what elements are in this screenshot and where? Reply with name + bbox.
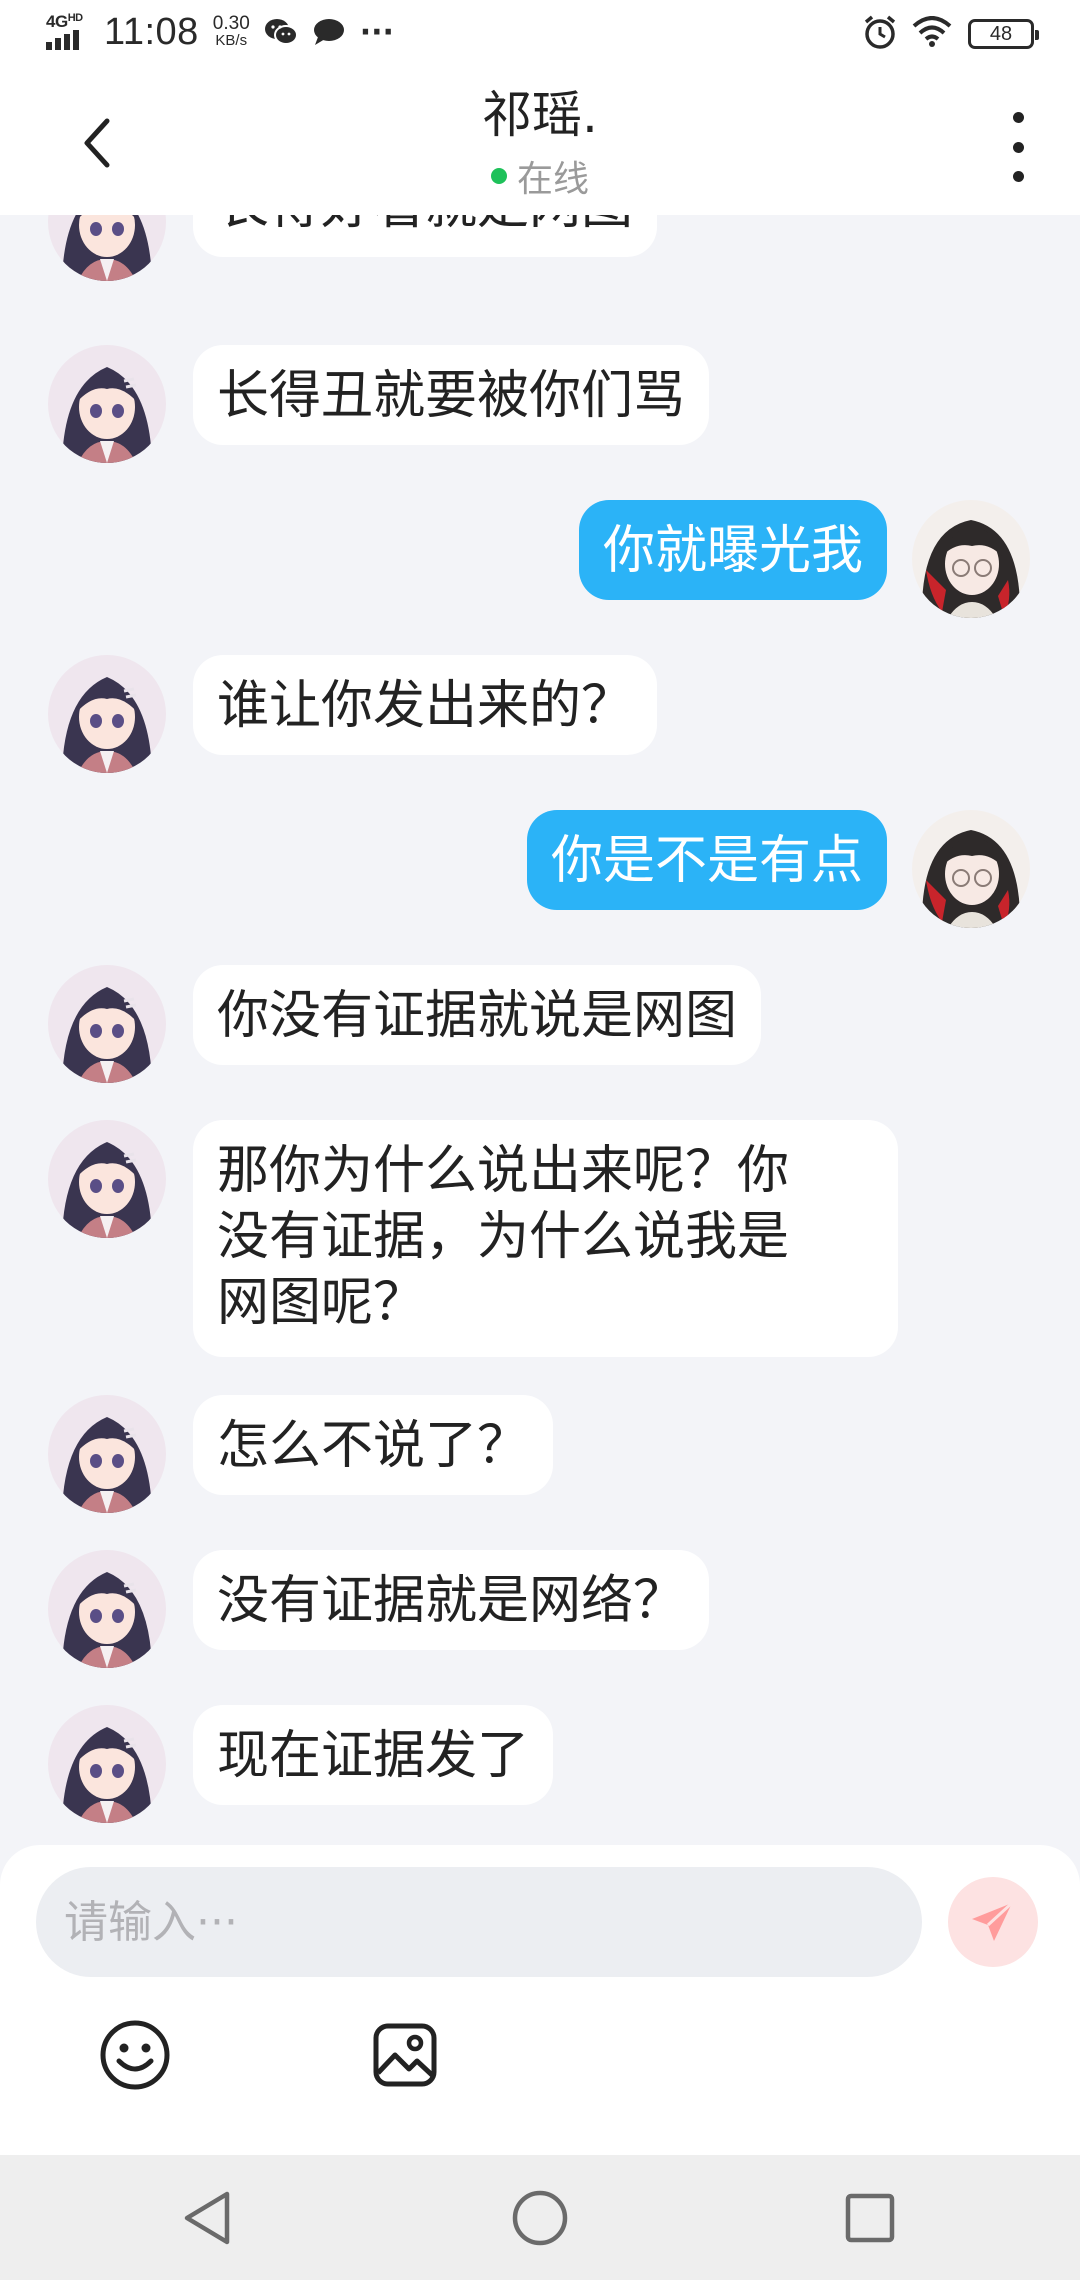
circle-home-icon (512, 2190, 568, 2246)
status-bar: 4GHD 11:08 0.30 KB/s ··· 48 (0, 0, 1080, 70)
battery-level: 48 (989, 22, 1013, 45)
message-row-incoming: 长得好看就是网图 (0, 215, 1080, 285)
message-bubble-icon (312, 17, 346, 47)
contact-avatar[interactable] (48, 1120, 166, 1238)
contact-avatar[interactable] (48, 655, 166, 773)
nav-back-button[interactable] (172, 2183, 242, 2253)
message-bubble[interactable]: 怎么不说了？ (193, 1395, 554, 1495)
message-row-incoming: 现在证据发了 (0, 1705, 1080, 1835)
user-avatar[interactable] (912, 500, 1030, 618)
message-bubble[interactable]: 长得丑就要被你们骂 (193, 345, 710, 445)
message-row-incoming: 怎么不说了？ (0, 1395, 1080, 1525)
image-icon (373, 2023, 437, 2087)
send-button[interactable] (948, 1877, 1038, 1967)
message-bubble[interactable]: 长得好看就是网图 (193, 215, 658, 257)
network-type: 4G (46, 12, 68, 31)
more-dot-icon (1012, 112, 1024, 123)
message-input-wrapper (36, 1867, 922, 1977)
system-navigation-bar (0, 2155, 1080, 2280)
network-sub: HD (67, 12, 83, 24)
more-notifications: ··· (359, 14, 394, 50)
triangle-back-icon (184, 2191, 230, 2245)
status-time: 11:08 (104, 10, 199, 53)
user-avatar[interactable] (912, 810, 1030, 928)
message-bubble[interactable]: 你没有证据就说是网图 (193, 965, 762, 1065)
network-speed-unit: KB/s (215, 32, 248, 49)
alarm-icon (862, 14, 898, 54)
presence-label: 在线 (516, 159, 589, 200)
message-row-outgoing: 你就曝光我 (0, 500, 1080, 630)
online-dot-icon (490, 168, 507, 184)
message-bubble[interactable]: 你是不是有点 (526, 810, 887, 910)
message-row-incoming: 没有证据就是网络？ (0, 1550, 1080, 1680)
network-speed: 0.30 KB/s (212, 13, 250, 49)
message-composer (0, 1845, 1080, 2155)
status-right: 48 (862, 14, 1039, 54)
message-input[interactable] (36, 1867, 922, 1977)
chat-header: 祁瑶. 在线 (0, 70, 1080, 215)
message-bubble[interactable]: 现在证据发了 (193, 1705, 554, 1805)
image-button[interactable] (365, 2015, 445, 2095)
message-bubble[interactable]: 那你为什么说出来呢？你 没有证据，为什么说我是 网图呢？ (193, 1120, 898, 1357)
signal-icon: 4GHD (46, 10, 94, 54)
contact-avatar[interactable] (48, 1550, 166, 1668)
wifi-icon (912, 16, 952, 52)
contact-avatar[interactable] (48, 215, 166, 281)
wechat-icon (264, 17, 298, 47)
presence-status: 在线 (0, 150, 1080, 202)
title-block: 祁瑶. 在线 (0, 84, 1080, 202)
contact-avatar[interactable] (48, 1395, 166, 1513)
contact-avatar[interactable] (48, 1705, 166, 1823)
message-bubble[interactable]: 你就曝光我 (578, 500, 887, 600)
message-list[interactable]: 长得好看就是网图 长得丑就要被你们骂 你就曝光我 谁让你发出来的？ 你是不是有点… (0, 215, 1080, 1845)
contact-avatar[interactable] (48, 965, 166, 1083)
nav-recents-button[interactable] (835, 2183, 905, 2253)
battery-icon: 48 (968, 19, 1039, 49)
message-bubble[interactable]: 谁让你发出来的？ (193, 655, 658, 755)
message-bubble[interactable]: 没有证据就是网络？ (193, 1550, 710, 1650)
message-row-incoming: 长得丑就要被你们骂 (0, 345, 1080, 475)
more-dot-icon (1012, 171, 1024, 182)
message-row-outgoing: 你是不是有点 (0, 810, 1080, 940)
status-left: 4GHD 11:08 0.30 KB/s ··· (46, 10, 394, 54)
paper-plane-icon (972, 1901, 1014, 1941)
chat-screen: 4GHD 11:08 0.30 KB/s ··· 48 祁瑶. 在线 长得丑就要… (0, 0, 1080, 2280)
contact-name: 祁瑶. (482, 86, 598, 144)
square-recents-icon (845, 2193, 895, 2243)
contact-avatar[interactable] (48, 345, 166, 463)
message-row-incoming: 那你为什么说出来呢？你 没有证据，为什么说我是 网图呢？ (0, 1120, 1080, 1360)
message-row-incoming: 谁让你发出来的？ (0, 655, 1080, 785)
emoji-button[interactable] (95, 2015, 175, 2095)
message-row-incoming: 你没有证据就说是网图 (0, 965, 1080, 1095)
more-options-button[interactable] (998, 112, 1038, 182)
smiley-icon (100, 2020, 170, 2090)
nav-home-button[interactable] (505, 2183, 575, 2253)
network-speed-value: 0.30 (212, 13, 250, 34)
more-dot-icon (1012, 141, 1024, 153)
